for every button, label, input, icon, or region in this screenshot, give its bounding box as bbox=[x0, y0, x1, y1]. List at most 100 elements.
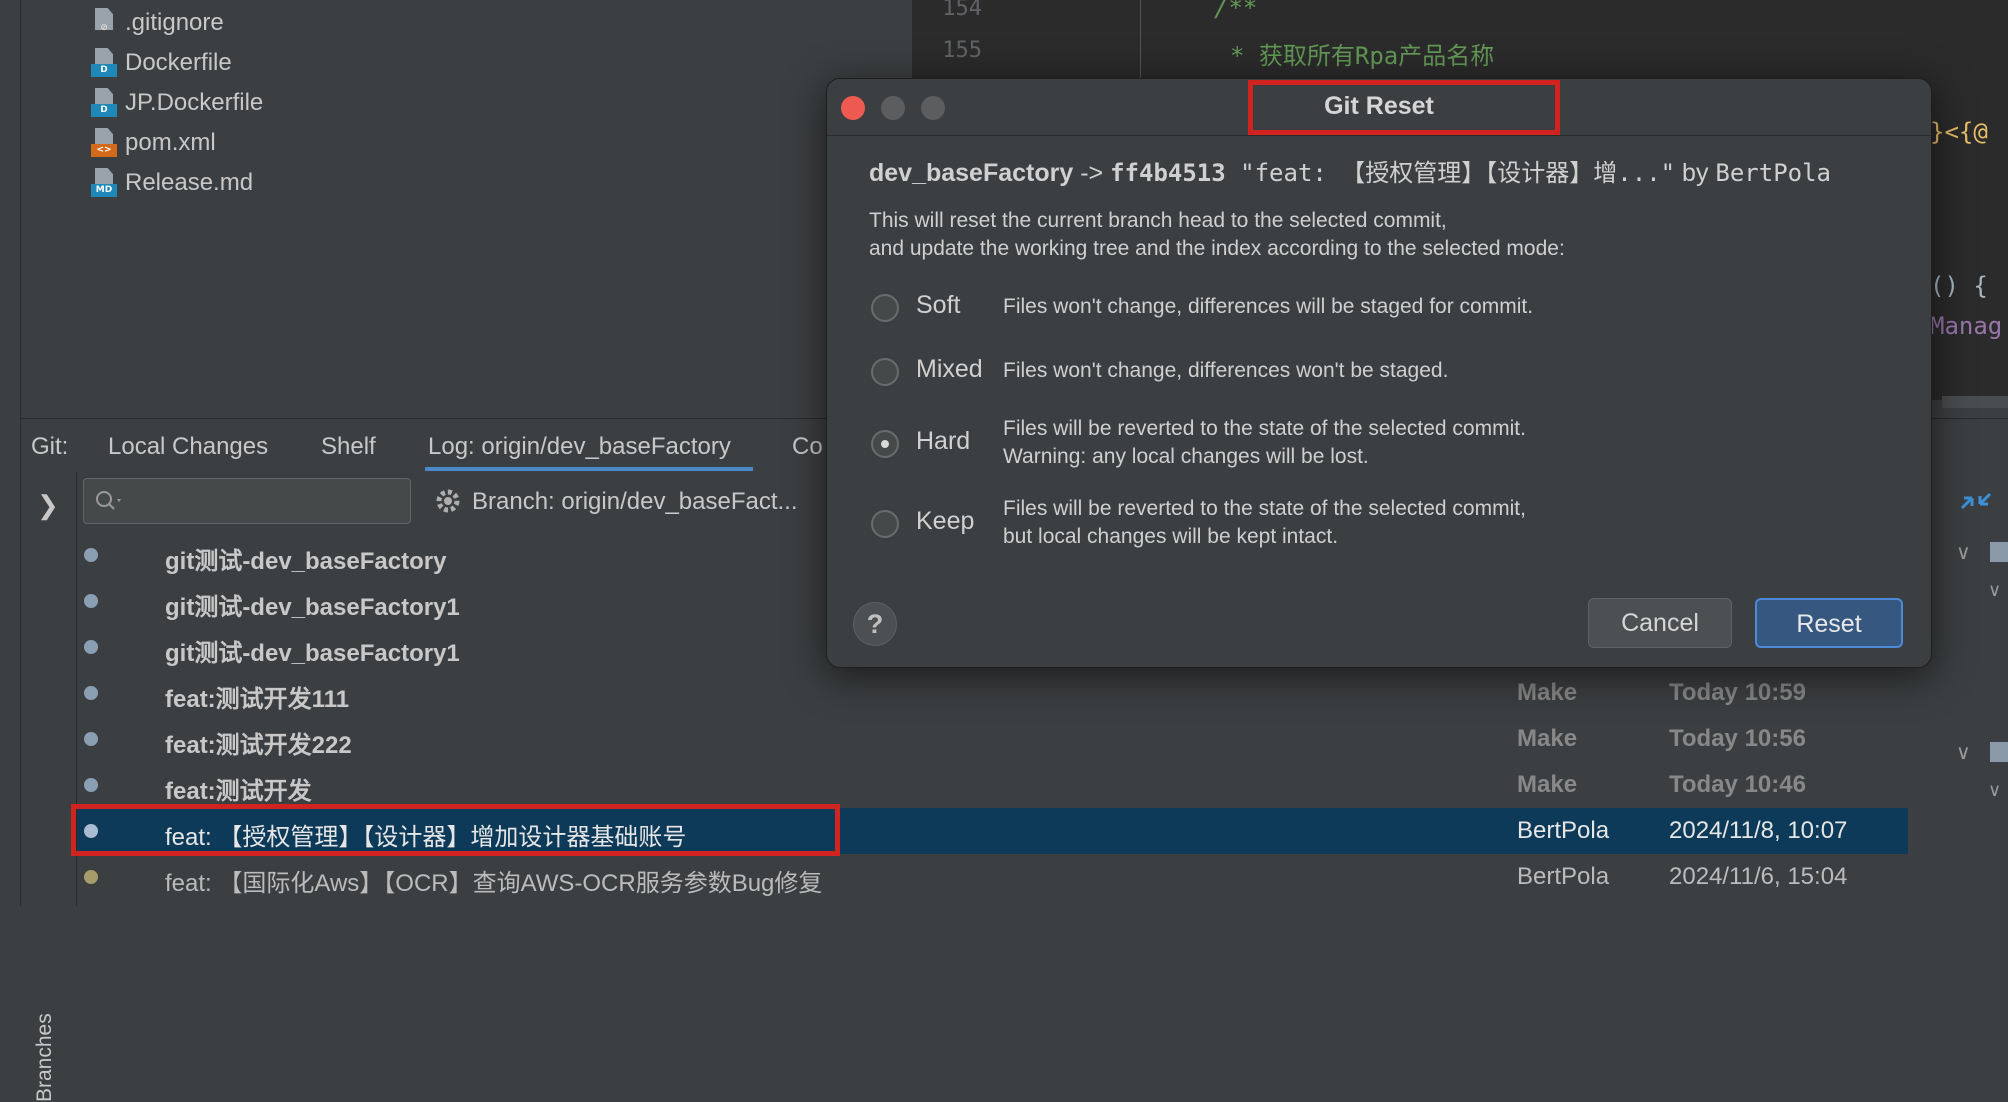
branch-name: dev_baseFactory bbox=[869, 159, 1074, 187]
mode-desc-soft: Files won't change, differences will be … bbox=[1003, 295, 1534, 318]
dialog-description: and update the working tree and the inde… bbox=[869, 237, 1565, 260]
tree-item-pom-xml[interactable]: <> pom.xml bbox=[91, 125, 216, 161]
commit-node bbox=[84, 548, 98, 562]
commit-author: BertPola bbox=[1517, 817, 1610, 844]
tab-local-changes[interactable]: Local Changes bbox=[108, 433, 268, 461]
gear-icon[interactable] bbox=[433, 486, 463, 516]
radio-keep[interactable] bbox=[871, 510, 899, 538]
collapse-arrows-icon[interactable] bbox=[1958, 486, 1994, 516]
mode-label-hard[interactable]: Hard bbox=[916, 427, 970, 456]
file-name: JP.Dockerfile bbox=[125, 89, 264, 116]
tab-console[interactable]: Co bbox=[792, 433, 823, 461]
commit-node bbox=[84, 870, 98, 884]
radio-soft[interactable] bbox=[871, 294, 899, 322]
mode-desc-keep: Files will be reverted to the state of t… bbox=[1003, 497, 1526, 520]
code-fragment: Manag bbox=[1930, 312, 2003, 340]
commit-message: feat:测试开发 bbox=[165, 778, 312, 805]
commit-date: Today 10:59 bbox=[1669, 679, 1806, 706]
folder-icon bbox=[1990, 742, 2008, 762]
radio-hard[interactable] bbox=[871, 430, 899, 458]
commit-row[interactable]: feat:测试开发 Make Today 10:46 bbox=[77, 762, 1908, 808]
commit-row[interactable]: feat:测试开发222 Make Today 10:56 bbox=[77, 716, 1908, 762]
tree-item-jp-dockerfile[interactable]: D JP.Dockerfile bbox=[91, 85, 263, 121]
code-comment-line: * 获取所有Rpa产品名称 bbox=[1230, 42, 1495, 70]
xml-file-icon: <> bbox=[91, 128, 117, 158]
commit-message: feat:测试开发111 bbox=[165, 686, 350, 713]
branches-toggle[interactable]: Branches bbox=[33, 1013, 57, 1102]
project-tree: ⊘ .gitignore D Dockerfile D JP.Dockerfil… bbox=[21, 0, 912, 418]
code-fragment: () { bbox=[1930, 272, 1988, 300]
branch-filter[interactable]: Branch: origin/dev_baseFact... bbox=[472, 488, 798, 516]
commit-message: feat: 【授权管理】【设计器】增加设计器基础账号 bbox=[165, 824, 687, 851]
reset-button[interactable]: Reset bbox=[1755, 598, 1903, 648]
tree-item-dockerfile[interactable]: D Dockerfile bbox=[91, 45, 232, 81]
file-name: Release.md bbox=[125, 169, 254, 196]
dialog-title: Git Reset bbox=[1324, 92, 1434, 120]
mode-desc-mixed: Files won't change, differences won't be… bbox=[1003, 359, 1449, 382]
mode-label-soft[interactable]: Soft bbox=[916, 291, 960, 320]
commit-author: BertPola bbox=[1517, 863, 1610, 890]
commit-author: Make bbox=[1517, 771, 1578, 798]
mode-label-mixed[interactable]: Mixed bbox=[916, 355, 983, 384]
git-reset-dialog: Git Reset dev_baseFactory -> ff4b4513 "f… bbox=[826, 78, 1932, 668]
docker-file-icon: D bbox=[91, 48, 117, 78]
commit-node bbox=[84, 824, 98, 838]
code-fragment: }<{@ bbox=[1930, 118, 1988, 146]
editor-scrollbar[interactable] bbox=[1942, 396, 2008, 408]
by-text: by bbox=[1675, 159, 1716, 187]
left-gutter bbox=[0, 0, 21, 906]
commit-node bbox=[84, 732, 98, 746]
commit-summary: dev_baseFactory -> ff4b4513 "feat: 【授权管理… bbox=[869, 153, 1831, 188]
commit-hash: ff4b4513 bbox=[1110, 159, 1226, 187]
commit-row[interactable]: feat:测试开发111 Make Today 10:59 bbox=[77, 670, 1908, 716]
chevron-down-icon[interactable]: ∨ bbox=[1988, 580, 2001, 601]
log-search-input[interactable] bbox=[83, 478, 411, 524]
commit-author: BertPola bbox=[1715, 159, 1831, 187]
commit-date: Today 10:56 bbox=[1669, 725, 1806, 752]
commit-date: 2024/11/6, 15:04 bbox=[1669, 863, 1848, 890]
commit-date: Today 10:46 bbox=[1669, 771, 1806, 798]
tab-shelf[interactable]: Shelf bbox=[321, 433, 376, 461]
dialog-titlebar: Git Reset bbox=[827, 79, 1931, 136]
active-tab-indicator bbox=[425, 467, 753, 471]
arrow-text: -> bbox=[1073, 159, 1111, 187]
commit-message: git测试-dev_baseFactory1 bbox=[165, 594, 460, 621]
commit-author: Make bbox=[1517, 725, 1578, 752]
docker-file-icon: D bbox=[91, 88, 117, 118]
commit-row-selected[interactable]: feat: 【授权管理】【设计器】增加设计器基础账号 BertPola 2024… bbox=[77, 808, 1908, 854]
tree-item-release-md[interactable]: MD Release.md bbox=[91, 165, 253, 201]
branches-strip: ❯ Branches bbox=[21, 472, 77, 1102]
dialog-description: This will reset the current branch head … bbox=[869, 209, 1447, 232]
git-prefix-label: Git: bbox=[31, 433, 69, 460]
commit-node bbox=[84, 686, 98, 700]
tab-log[interactable]: Log: origin/dev_baseFactory bbox=[428, 433, 731, 461]
mode-desc-hard-warning: Warning: any local changes will be lost. bbox=[1003, 445, 1369, 468]
commit-message: git测试-dev_baseFactory bbox=[165, 548, 447, 575]
radio-mixed[interactable] bbox=[871, 358, 899, 386]
chevron-right-icon[interactable]: ❯ bbox=[37, 490, 59, 521]
line-number: 155 bbox=[942, 38, 982, 63]
code-comment-open: /** bbox=[1214, 0, 1258, 22]
mode-desc-hard: Files will be reverted to the state of t… bbox=[1003, 417, 1526, 440]
mode-desc-keep-2: but local changes will be kept intact. bbox=[1003, 525, 1339, 548]
chevron-down-icon[interactable]: ∨ bbox=[1988, 780, 2001, 801]
chevron-down-icon[interactable]: ∨ bbox=[1956, 740, 1971, 765]
gitignore-file-icon: ⊘ bbox=[91, 8, 117, 38]
commit-node bbox=[84, 640, 98, 654]
folder-icon bbox=[1990, 542, 2008, 562]
help-button[interactable]: ? bbox=[853, 602, 897, 646]
file-name: Dockerfile bbox=[125, 49, 232, 76]
markdown-file-icon: MD bbox=[91, 168, 117, 198]
line-number: 154 bbox=[942, 0, 982, 21]
commit-row[interactable]: feat: 【国际化Aws】【OCR】查询AWS-OCR服务参数Bug修复 Be… bbox=[77, 854, 1908, 900]
tree-item-gitignore[interactable]: ⊘ .gitignore bbox=[91, 5, 224, 41]
chevron-down-icon[interactable]: ∨ bbox=[1956, 540, 1971, 565]
mode-label-keep[interactable]: Keep bbox=[916, 507, 974, 536]
commit-author: Make bbox=[1517, 679, 1578, 706]
commit-date: 2024/11/8, 10:07 bbox=[1669, 817, 1848, 844]
file-name: pom.xml bbox=[125, 129, 216, 156]
commit-node bbox=[84, 594, 98, 608]
cancel-button[interactable]: Cancel bbox=[1588, 598, 1732, 648]
commit-message: feat:测试开发222 bbox=[165, 732, 352, 759]
commit-node bbox=[84, 778, 98, 792]
